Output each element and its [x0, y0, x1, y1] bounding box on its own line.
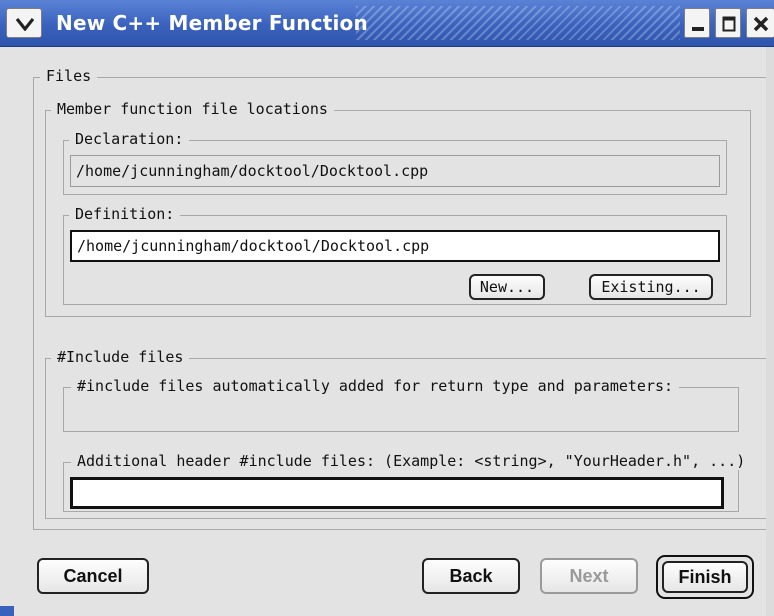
cancel-button[interactable]: Cancel	[37, 558, 149, 594]
locations-group: Member function file locations Declarati…	[45, 100, 751, 317]
files-group: Files Member function file locations Dec…	[33, 67, 774, 530]
additional-include-label: Additional header #include files: (Examp…	[71, 452, 752, 470]
finish-default-ring: Finish	[656, 555, 754, 599]
window-right-edge	[766, 47, 774, 616]
maximize-icon	[722, 16, 736, 32]
locations-group-label: Member function file locations	[51, 100, 334, 118]
window-menu-button[interactable]	[6, 8, 42, 38]
close-button[interactable]	[746, 8, 774, 38]
window-title: New C++ Member Function	[56, 11, 368, 35]
finish-button[interactable]: Finish	[662, 561, 748, 593]
definition-group: Definition: /home/jcunningham/docktool/D…	[63, 205, 727, 305]
minimize-icon	[692, 27, 704, 31]
additional-include-group: Additional header #include files: (Examp…	[63, 452, 752, 512]
minimize-button[interactable]	[684, 8, 710, 38]
maximize-button[interactable]	[715, 8, 741, 38]
back-button[interactable]: Back	[422, 558, 520, 594]
auto-include-field	[68, 400, 732, 424]
title-bar[interactable]: New C++ Member Function	[0, 0, 774, 47]
files-group-label: Files	[40, 67, 98, 85]
dialog-content: Files Member function file locations Dec…	[8, 47, 774, 616]
new-button[interactable]: New...	[469, 274, 545, 300]
include-group-label: #Include files	[51, 348, 190, 366]
auto-include-label: #include files automatically added for r…	[71, 377, 680, 395]
additional-include-field[interactable]	[70, 477, 724, 509]
declaration-group: Declaration: /home/jcunningham/docktool/…	[63, 130, 727, 195]
window-corner-accent	[0, 606, 14, 616]
include-group: #Include files #include files automatica…	[45, 348, 774, 519]
definition-label: Definition:	[69, 205, 181, 223]
declaration-label: Declaration:	[69, 130, 190, 148]
existing-button[interactable]: Existing...	[589, 274, 713, 300]
auto-include-group: #include files automatically added for r…	[63, 377, 739, 432]
chevron-down-icon	[16, 18, 34, 31]
next-button[interactable]: Next	[540, 558, 638, 594]
definition-field[interactable]: /home/jcunningham/docktool/Docktool.cpp	[70, 230, 720, 262]
dialog-window: New C++ Member Function Files Member fun…	[0, 0, 774, 616]
close-icon	[753, 16, 769, 32]
declaration-field: /home/jcunningham/docktool/Docktool.cpp	[70, 155, 720, 187]
